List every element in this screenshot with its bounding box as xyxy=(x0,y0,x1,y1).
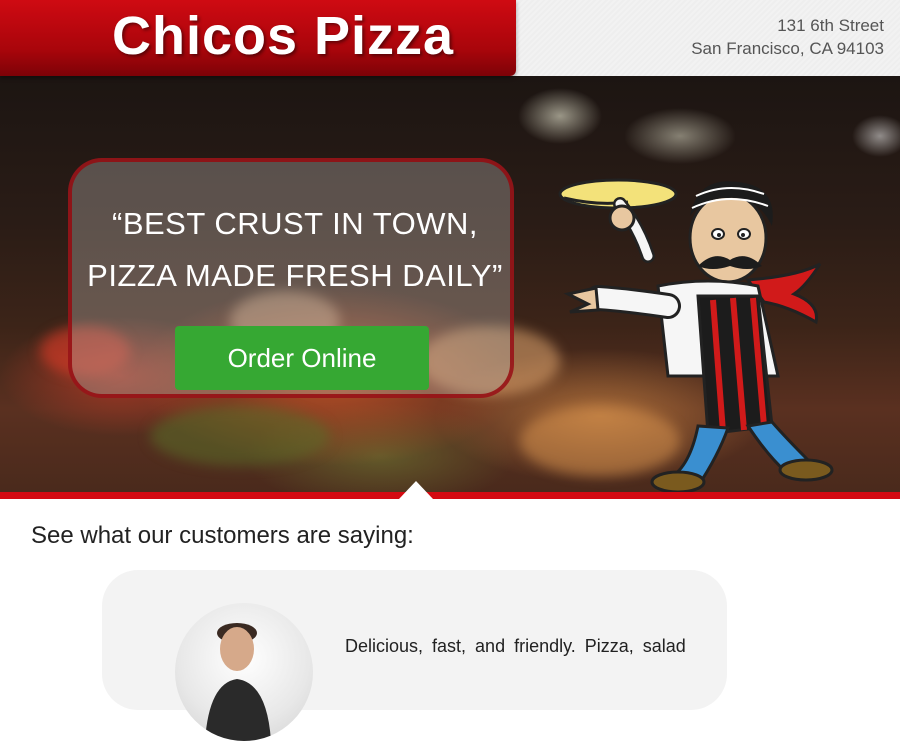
address-street: 131 6th Street xyxy=(777,16,884,35)
logo-text: Chicos Pizza xyxy=(112,6,455,66)
customer-avatar xyxy=(175,603,313,741)
logo[interactable]: Chicos Pizza xyxy=(0,0,516,76)
address-block: 131 6th Street San Francisco, CA 94103 xyxy=(691,14,884,60)
hero-quote-line2: PIZZA MADE FRESH DAILY” xyxy=(87,258,503,293)
site-header: Chicos Pizza 131 6th Street San Francisc… xyxy=(0,0,900,76)
hero-banner: “BEST CRUST IN TOWN, PIZZA MADE FRESH DA… xyxy=(0,76,900,492)
hero-quote-line1: “BEST CRUST IN TOWN, xyxy=(112,206,478,241)
address-city: San Francisco, CA 94103 xyxy=(691,39,884,58)
pizza-background-blob xyxy=(150,406,330,466)
chef-mascot-illustration xyxy=(558,178,834,492)
hero-quote: “BEST CRUST IN TOWN, PIZZA MADE FRESH DA… xyxy=(72,198,518,302)
customer-photo xyxy=(205,623,271,741)
testimonial-text: Delicious, fast, and friendly. Pizza, sa… xyxy=(345,636,686,656)
testimonial-card: Delicious, fast, and friendly. Pizza, sa… xyxy=(102,570,727,741)
order-online-button[interactable]: Order Online xyxy=(175,326,429,390)
quote-card: “BEST CRUST IN TOWN, PIZZA MADE FRESH DA… xyxy=(68,158,514,398)
hero-divider-bar xyxy=(0,492,900,499)
hero-pointer-notch xyxy=(399,481,433,499)
testimonials-heading: See what our customers are saying: xyxy=(31,522,414,549)
